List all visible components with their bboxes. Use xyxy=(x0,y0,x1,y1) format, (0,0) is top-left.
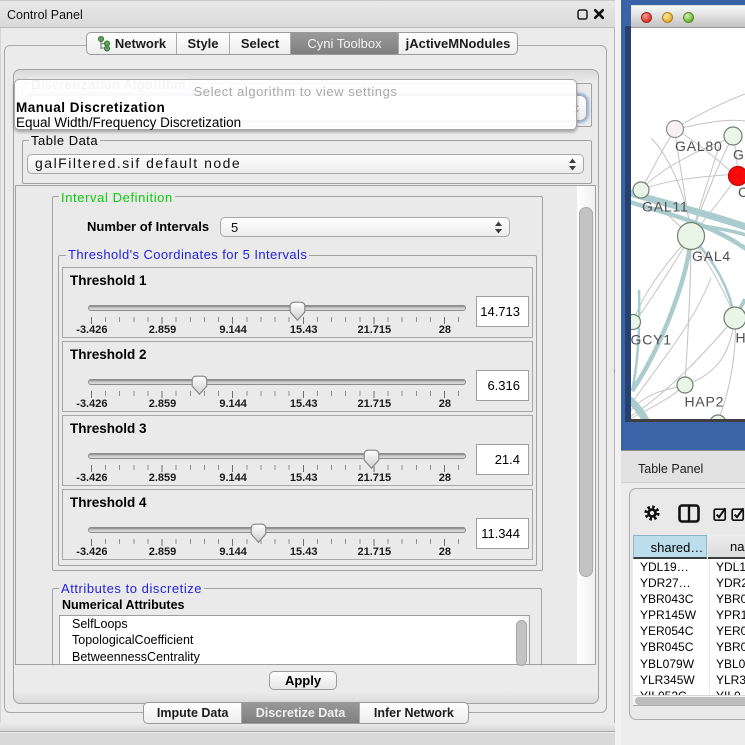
svg-text:GCY1: GCY1 xyxy=(631,332,672,348)
svg-text:GA: GA xyxy=(733,147,745,163)
svg-text:HAP2: HAP2 xyxy=(685,394,725,410)
svg-text:GAL11: GAL11 xyxy=(642,199,689,215)
svg-text:GAL4: GAL4 xyxy=(692,248,731,264)
svg-text:CD: CD xyxy=(738,184,745,200)
svg-text:GAL80: GAL80 xyxy=(675,138,723,154)
svg-text:HI: HI xyxy=(736,330,745,346)
